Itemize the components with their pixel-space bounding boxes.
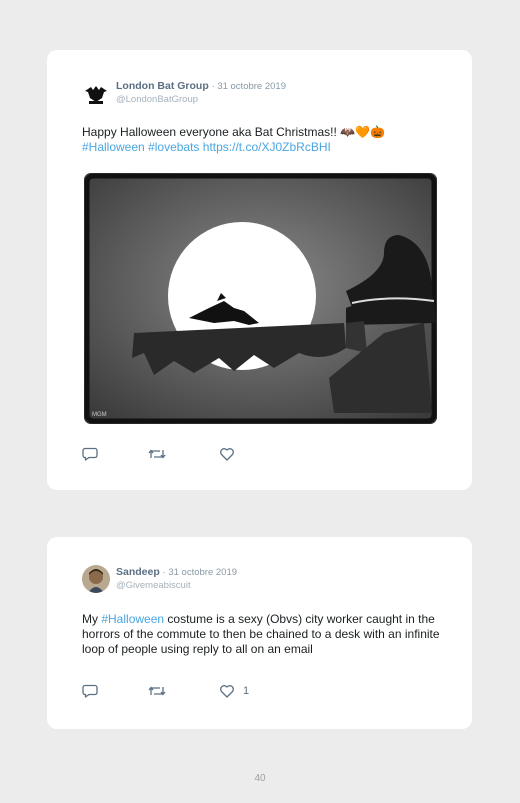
tweet-text: Happy Halloween everyone aka Bat Christm… [82, 125, 447, 155]
url-link[interactable]: https://t.co/XJ0ZbRcBHI [203, 140, 331, 154]
like-icon [220, 448, 234, 461]
page-number: 40 [254, 773, 266, 784]
retweet-icon [148, 449, 166, 459]
hashtag-link[interactable]: #lovebats [148, 140, 199, 154]
tweet-date[interactable]: · 31 octobre 2019 [212, 81, 286, 92]
reply-button[interactable] [82, 683, 98, 699]
tweet-header: Sandeep · 31 octobre 2019 @Givemeabiscui… [116, 566, 237, 592]
author-handle[interactable]: @LondonBatGroup [116, 93, 286, 106]
like-button[interactable] [219, 446, 243, 462]
author-name[interactable]: Sandeep [116, 566, 160, 578]
hashtag-link[interactable]: #Halloween [82, 140, 145, 154]
reply-icon [82, 447, 98, 461]
tweet-header: London Bat Group · 31 octobre 2019 @Lond… [116, 80, 286, 106]
tweet-actions [82, 446, 282, 462]
retweet-button[interactable] [148, 683, 166, 699]
tweet-text: My #Halloween costume is a sexy (Obvs) c… [82, 612, 447, 657]
retweet-button[interactable] [148, 446, 166, 462]
tweet-card: Sandeep · 31 octobre 2019 @Givemeabiscui… [47, 537, 472, 729]
like-count: 1 [243, 685, 250, 697]
retweet-icon [148, 686, 166, 696]
tweet-date[interactable]: · 31 octobre 2019 [163, 567, 237, 578]
tweet-media-image[interactable]: MGM [84, 173, 437, 424]
reply-icon [82, 684, 98, 698]
reply-button[interactable] [82, 446, 98, 462]
avatar[interactable] [82, 80, 110, 108]
hashtag-link[interactable]: #Halloween [101, 612, 164, 626]
tweet-text-line: Happy Halloween everyone aka Bat Christm… [82, 125, 385, 139]
tweet-text-prefix: My [82, 612, 102, 626]
author-name[interactable]: London Bat Group [116, 80, 209, 92]
svg-text:MGM: MGM [92, 412, 107, 418]
like-button[interactable]: 1 [219, 683, 249, 699]
avatar[interactable] [82, 565, 110, 593]
tweet-card: London Bat Group · 31 octobre 2019 @Lond… [47, 50, 472, 490]
author-handle[interactable]: @Givemeabiscuit [116, 579, 237, 592]
tweet-actions: 1 [82, 683, 282, 699]
like-icon [220, 685, 234, 698]
